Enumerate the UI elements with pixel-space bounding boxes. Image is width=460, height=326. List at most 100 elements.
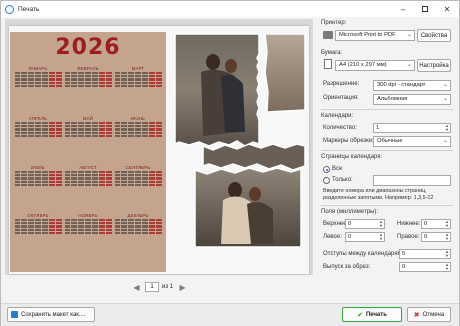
day-mark — [155, 122, 162, 125]
month-block: АВГУСТ — [64, 165, 112, 186]
orientation-select[interactable]: Альбомная ⌄ — [373, 94, 451, 105]
day-mark — [148, 125, 155, 128]
next-page-button[interactable]: ▶ — [178, 283, 187, 292]
paper-size-value: A4 (210 x 297 мм) — [339, 62, 387, 68]
day-mark — [148, 75, 155, 78]
day-mark — [64, 81, 71, 84]
photo-piece-top-right — [264, 33, 306, 113]
day-mark — [155, 125, 162, 128]
day-mark — [85, 183, 91, 186]
resolution-select[interactable]: 300 dpi - стандарт ⌄ — [373, 80, 451, 91]
day-mark — [71, 222, 78, 225]
bleed-stepper[interactable]: 0 ▲ ▼ — [399, 262, 451, 272]
month-block: АПРЕЛЬ — [14, 116, 62, 137]
day-mark — [121, 171, 128, 174]
day-mark — [55, 81, 62, 84]
bottom-margin-stepper[interactable]: 0 ▲ ▼ — [421, 219, 451, 229]
day-mark — [14, 131, 21, 134]
day-mark — [28, 134, 35, 137]
day-mark — [128, 122, 135, 125]
resolution-label: Разрешение: — [323, 81, 360, 87]
day-mark — [91, 72, 98, 75]
stepper-arrows-icon: ▲ ▼ — [445, 219, 449, 228]
day-mark — [14, 122, 21, 125]
day-mark — [21, 81, 28, 84]
day-mark — [78, 231, 85, 234]
print-button[interactable]: ✔ Печать — [342, 307, 402, 322]
day-mark — [91, 122, 98, 125]
divider — [321, 150, 453, 151]
day-mark — [55, 78, 62, 81]
day-mark — [85, 72, 91, 75]
day-mark — [121, 128, 128, 131]
all-pages-radio[interactable] — [323, 166, 330, 173]
day-mark — [35, 125, 41, 128]
day-mark — [28, 78, 35, 81]
chevron-down-icon: ⌄ — [442, 138, 448, 144]
month-days-grid — [14, 122, 62, 137]
month-days-grid — [14, 72, 62, 87]
day-mark — [71, 78, 78, 81]
cancel-button[interactable]: ✖ Отмена — [407, 307, 451, 322]
day-mark — [128, 180, 135, 183]
day-mark — [14, 222, 21, 225]
day-mark — [141, 84, 148, 87]
day-mark — [21, 134, 28, 137]
day-mark — [41, 72, 48, 75]
spacing-stepper[interactable]: 5 ▲ ▼ — [399, 249, 451, 259]
day-mark — [114, 171, 121, 174]
day-mark — [48, 125, 55, 128]
save-layout-button[interactable]: Сохранить макет как.... — [7, 307, 95, 322]
right-margin-stepper[interactable]: 0 ▲ ▼ — [421, 232, 451, 242]
maximize-button[interactable] — [414, 1, 436, 17]
paper-setup-button[interactable]: Настройка — [417, 59, 451, 72]
printer-properties-button[interactable]: Свойства — [417, 29, 451, 42]
day-mark — [105, 171, 112, 174]
day-mark — [121, 231, 128, 234]
day-mark — [121, 72, 128, 75]
day-mark — [55, 180, 62, 183]
day-mark — [64, 84, 71, 87]
crop-marks-select[interactable]: Обычные ⌄ — [373, 136, 451, 147]
left-margin-stepper[interactable]: 0 ▲ ▼ — [345, 232, 385, 242]
close-icon: ✕ — [443, 4, 451, 14]
month-block: СЕНТЯБРЬ — [114, 165, 162, 186]
print-dialog: Печать – ✕ 2026 ЯНВАРЬ ФЕВРАЛЬ МАРТ АПРЕ… — [0, 0, 460, 326]
page-number-input[interactable]: 1 — [145, 282, 159, 292]
pages-range-input[interactable] — [373, 175, 451, 186]
day-mark — [71, 228, 78, 231]
day-mark — [35, 78, 41, 81]
printer-select[interactable]: Microsoft Print to PDF ⌄ — [335, 30, 415, 41]
day-mark — [155, 171, 162, 174]
day-mark — [64, 180, 71, 183]
day-mark — [85, 125, 91, 128]
day-mark — [128, 75, 135, 78]
chevron-down-icon: ⌄ — [406, 62, 412, 68]
minimize-button[interactable]: – — [392, 1, 414, 17]
day-mark — [48, 131, 55, 134]
month-days-grid — [64, 219, 112, 234]
day-mark — [91, 128, 98, 131]
day-mark — [64, 75, 71, 78]
day-mark — [98, 177, 105, 180]
close-window-button[interactable]: ✕ — [436, 1, 458, 17]
day-mark — [128, 177, 135, 180]
day-mark — [105, 78, 112, 81]
day-mark — [135, 125, 141, 128]
day-mark — [114, 81, 121, 84]
paper-size-select[interactable]: A4 (210 x 297 мм) ⌄ — [335, 60, 415, 71]
top-margin-stepper[interactable]: 0 ▲ ▼ — [345, 219, 385, 229]
day-mark — [48, 128, 55, 131]
day-mark — [21, 180, 28, 183]
prev-page-button[interactable]: ◀ — [132, 283, 141, 292]
day-mark — [148, 183, 155, 186]
day-mark — [55, 219, 62, 222]
day-mark — [155, 222, 162, 225]
day-mark — [141, 171, 148, 174]
only-pages-radio[interactable] — [323, 177, 330, 184]
day-mark — [78, 84, 85, 87]
day-mark — [48, 222, 55, 225]
day-mark — [64, 225, 71, 228]
day-mark — [114, 125, 121, 128]
count-stepper[interactable]: 1 ▲ ▼ — [373, 123, 451, 133]
